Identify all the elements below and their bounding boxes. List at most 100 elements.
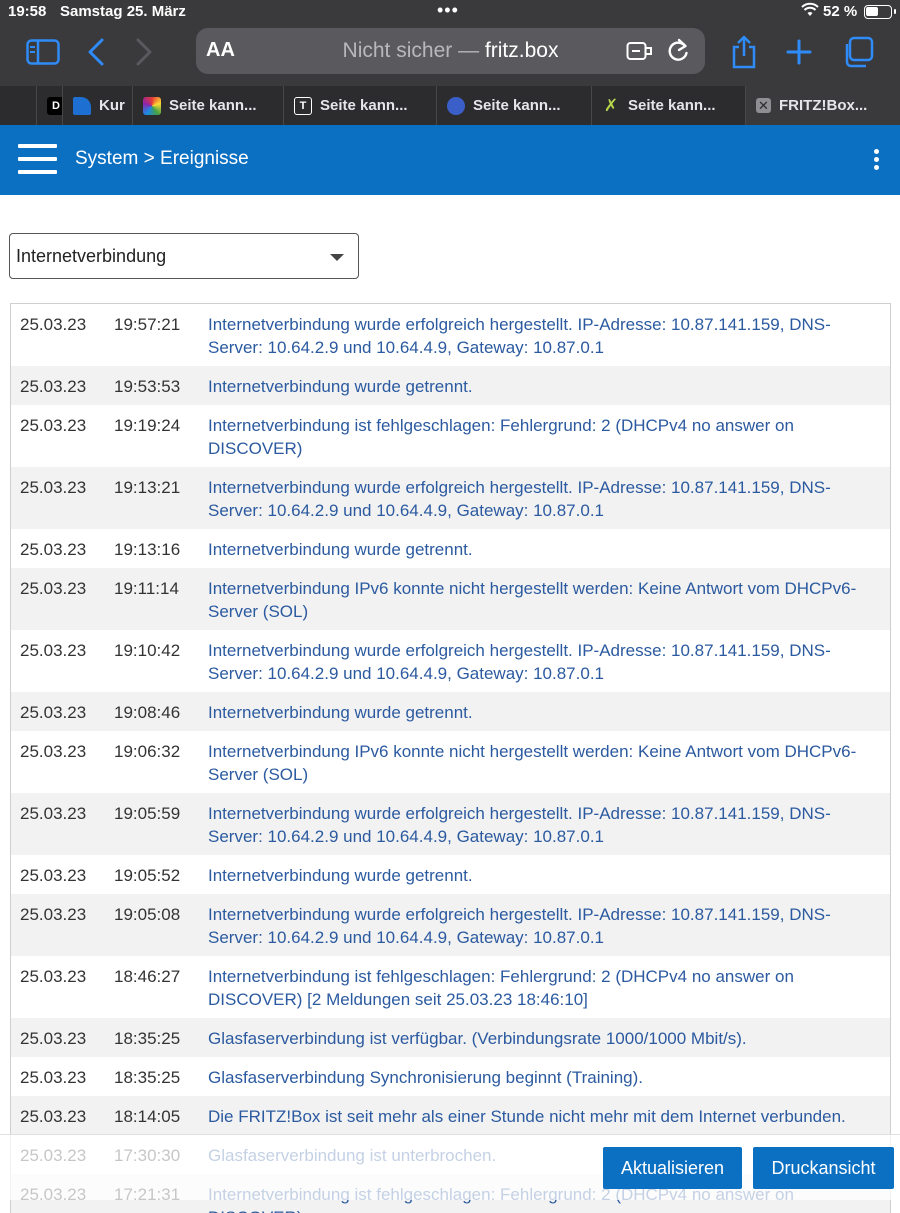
event-message[interactable]: Internetverbindung ist fehlgeschlagen: F… <box>208 414 890 460</box>
event-time: 18:35:25 <box>114 1029 181 1048</box>
tab-label: Seite kann... <box>473 97 561 114</box>
event-date: 25.03.23 <box>20 377 87 396</box>
back-icon[interactable] <box>78 34 114 70</box>
event-message[interactable]: Internetverbindung wurde erfolgreich her… <box>208 802 890 848</box>
battery-percent: 52 % <box>823 3 858 20</box>
event-message[interactable]: Internetverbindung wurde erfolgreich her… <box>208 476 890 522</box>
event-date: 25.03.23 <box>20 478 87 497</box>
event-row: 25.03.23 18:14:05 Die FRITZ!Box ist seit m… <box>11 1096 890 1135</box>
menu-icon[interactable] <box>18 144 57 176</box>
event-time: 19:53:53 <box>114 377 181 396</box>
event-time: 19:06:32 <box>114 742 181 761</box>
filter-value: Internetverbindung <box>16 246 167 266</box>
event-message[interactable]: Internetverbindung ist fehlgeschlagen: F… <box>208 965 890 1011</box>
event-row: 25.03.23 19:53:53 Internetverbindung wurde… <box>11 366 890 405</box>
new-tab-icon[interactable] <box>781 34 817 70</box>
share-icon[interactable] <box>726 34 762 70</box>
tab-label: Kur <box>99 97 125 114</box>
event-message[interactable]: Internetverbindung wurde erfolgreich her… <box>208 639 890 685</box>
event-date: 25.03.23 <box>20 703 87 722</box>
event-row: 25.03.23 19:06:32 Internetverbindung IPv6 … <box>11 731 890 793</box>
tab-0[interactable]: D <box>36 86 62 125</box>
tab-5[interactable]: ✗ Seite kann... <box>591 86 745 125</box>
colorful-grid-icon <box>143 96 161 115</box>
event-date: 25.03.23 <box>20 579 87 598</box>
refresh-button[interactable]: Aktualisieren <box>603 1147 742 1189</box>
event-date: 25.03.23 <box>20 416 87 435</box>
event-row: 25.03.23 18:35:25 Glasfaserverbindung ist … <box>11 1018 890 1057</box>
event-message[interactable]: Internetverbindung wurde erfolgreich her… <box>208 903 890 949</box>
status-date: Samstag 25. März <box>60 3 186 20</box>
breadcrumb-ereignisse: Ereignisse <box>160 148 249 169</box>
event-time: 19:13:21 <box>114 478 181 497</box>
event-row: 25.03.23 19:11:14 Internetverbindung IPv6 … <box>11 568 890 630</box>
event-row: 25.03.23 19:05:52 Internetverbindung wurde… <box>11 855 890 894</box>
browser-toolbar: AA Nicht sicher — fritz.box <box>0 24 900 82</box>
event-message[interactable]: Internetverbindung wurde getrennt. <box>208 864 890 887</box>
event-date: 25.03.23 <box>20 866 87 885</box>
security-warning: Nicht sicher — <box>342 39 480 62</box>
breadcrumb-separator: > <box>143 148 155 169</box>
event-date: 25.03.23 <box>20 315 87 334</box>
breadcrumb-system[interactable]: System <box>75 148 138 169</box>
event-filter-select[interactable]: Internetverbindung <box>9 233 359 279</box>
clock: 19:58 <box>8 3 47 20</box>
sidebar-toggle-icon[interactable] <box>25 34 61 70</box>
event-date: 25.03.23 <box>20 1029 87 1048</box>
event-row: 25.03.23 19:08:46 Internetverbindung wurde… <box>11 692 890 731</box>
event-time: 19:05:52 <box>114 866 181 885</box>
event-time: 19:19:24 <box>114 416 181 435</box>
event-row: 25.03.23 18:35:25 Glasfaserverbindung Sync… <box>11 1057 890 1096</box>
blue-site-icon <box>447 96 465 115</box>
app-header: System > Ereignisse <box>0 125 900 195</box>
tab-label: FRITZ!Box... <box>779 97 868 114</box>
tab-2[interactable]: Seite kann... <box>132 86 283 125</box>
event-row: 25.03.23 19:57:21 Internetverbindung wurde… <box>11 304 890 366</box>
event-log-table: 25.03.23 19:57:21 Internetverbindung wurde… <box>10 303 891 1213</box>
breadcrumb: System > Ereignisse <box>75 148 249 170</box>
event-time: 19:05:59 <box>114 804 181 823</box>
wifi-icon <box>801 2 819 22</box>
event-time: 19:08:46 <box>114 703 181 722</box>
tab-6-active[interactable]: ✕ FRITZ!Box... <box>745 86 900 125</box>
tab-bar: D Kur Seite kann... T Seite kann... Seit… <box>0 86 900 125</box>
close-tab-icon[interactable]: ✕ <box>756 98 771 113</box>
event-time: 19:11:14 <box>114 579 179 598</box>
event-message[interactable]: Internetverbindung wurde erfolgreich her… <box>208 313 890 359</box>
event-message[interactable]: Internetverbindung IPv6 konnte nicht her… <box>208 740 890 786</box>
tab-4[interactable]: Seite kann... <box>436 86 591 125</box>
print-view-button[interactable]: Druckansicht <box>753 1147 894 1189</box>
event-message[interactable]: Internetverbindung wurde getrennt. <box>208 701 890 724</box>
tab-label: Seite kann... <box>169 97 257 114</box>
status-bar: 19:58 Samstag 25. März ••• 52 % <box>0 0 900 24</box>
host-name: fritz.box <box>484 39 559 62</box>
tab-overview-icon[interactable] <box>840 34 876 70</box>
multitasking-dots-icon[interactable]: ••• <box>437 0 459 21</box>
event-date: 25.03.23 <box>20 641 87 660</box>
event-row: 25.03.23 19:19:24 Internetverbindung ist f… <box>11 405 890 467</box>
d-icon: D <box>47 96 62 115</box>
event-time: 18:14:05 <box>114 1107 181 1126</box>
event-date: 25.03.23 <box>20 905 87 924</box>
address-bar[interactable]: AA Nicht sicher — fritz.box <box>196 28 705 74</box>
event-message[interactable]: Glasfaserverbindung ist verfügbar. (Verb… <box>208 1027 890 1050</box>
event-message[interactable]: Glasfaserverbindung Synchronisierung beg… <box>208 1066 890 1089</box>
event-time: 18:46:27 <box>114 967 181 986</box>
event-date: 25.03.23 <box>20 540 87 559</box>
event-date: 25.03.23 <box>20 742 87 761</box>
event-message[interactable]: Internetverbindung wurde getrennt. <box>208 375 890 398</box>
chevron-down-icon <box>330 254 344 261</box>
event-message[interactable]: Die FRITZ!Box ist seit mehr als einer St… <box>208 1105 890 1128</box>
event-message[interactable]: Internetverbindung IPv6 konnte nicht her… <box>208 577 890 623</box>
event-message[interactable]: Internetverbindung wurde getrennt. <box>208 538 890 561</box>
tab-3[interactable]: T Seite kann... <box>283 86 436 125</box>
reload-icon[interactable] <box>666 38 690 69</box>
event-row: 25.03.23 19:13:16 Internetverbindung wurde… <box>11 529 890 568</box>
more-options-icon[interactable] <box>866 149 886 173</box>
tab-1[interactable]: Kur <box>62 86 132 125</box>
event-date: 25.03.23 <box>20 804 87 823</box>
forward-icon[interactable] <box>126 34 162 70</box>
event-row: 25.03.23 19:10:42 Internetverbindung wurde… <box>11 630 890 692</box>
event-time: 19:13:16 <box>114 540 181 559</box>
extension-icon[interactable] <box>626 40 654 67</box>
